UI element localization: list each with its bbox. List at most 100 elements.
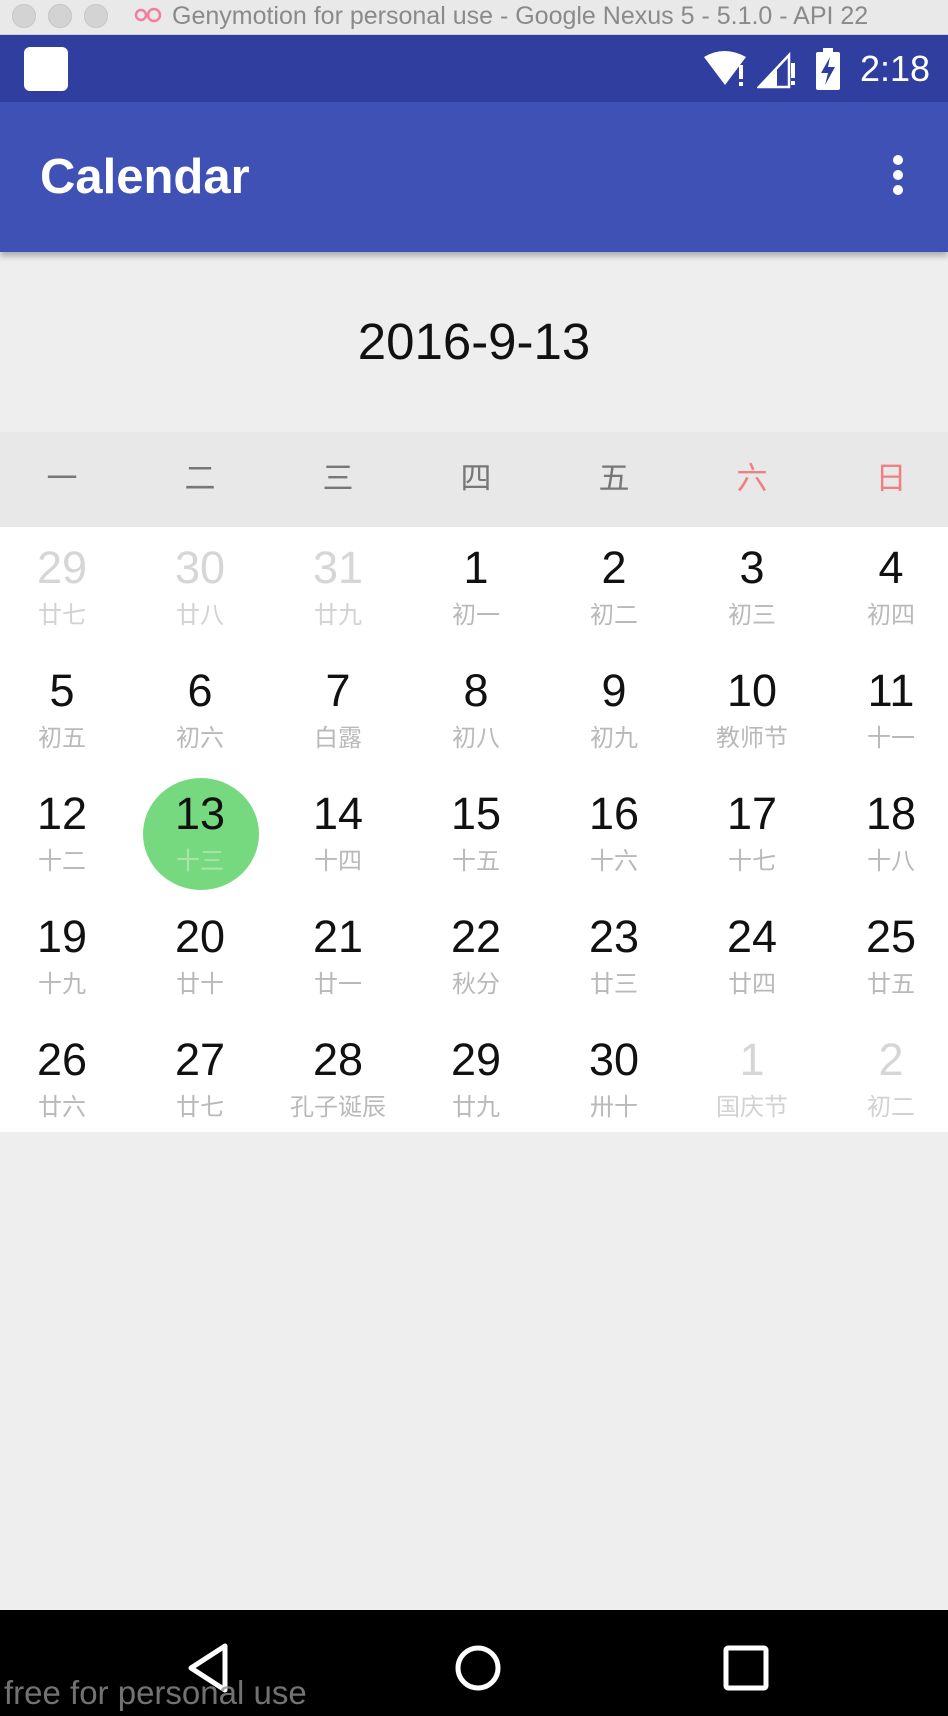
day-cell[interactable]: 16 十六 — [546, 778, 682, 901]
day-number: 25 — [865, 911, 917, 962]
day-cell[interactable]: 15 十五 — [408, 778, 544, 901]
day-lunar-label: 白露 — [314, 724, 362, 752]
status-time: 2:18 — [860, 48, 931, 89]
selected-date-header: 2016-9-13 — [357, 313, 591, 370]
day-lunar-label: 初一 — [452, 601, 500, 629]
day-cell[interactable]: 1 国庆节 — [684, 1024, 820, 1147]
day-lunar-label: 十五 — [452, 847, 500, 875]
day-cell[interactable]: 31 廿九 — [270, 532, 406, 655]
day-number: 2 — [601, 542, 627, 593]
day-cell[interactable]: 10 教师节 — [684, 655, 820, 778]
day-number: 8 — [463, 665, 489, 716]
day-lunar-label: 十九 — [38, 970, 86, 998]
wifi-icon — [704, 51, 746, 86]
day-number: 11 — [867, 665, 915, 716]
day-lunar-label: 十七 — [728, 847, 776, 875]
day-lunar-label: 廿九 — [314, 601, 362, 629]
day-cell[interactable]: 1 初一 — [408, 532, 544, 655]
day-cell[interactable]: 20 廿十 — [132, 901, 268, 1024]
app-notification-icon — [24, 47, 68, 91]
day-cell[interactable]: 5 初五 — [0, 655, 130, 778]
day-number: 19 — [36, 911, 88, 962]
day-cell-selected[interactable]: 13 十三 — [132, 778, 268, 901]
day-cell[interactable]: 29 廿七 — [0, 532, 130, 655]
calendar-content: 2016-9-13 一二三四五六日 29 廿七 30 廿八 31 廿九 1 初一 2 初二 3 初三 4… — [0, 252, 948, 1610]
day-lunar-label: 教师节 — [716, 724, 788, 752]
day-number: 4 — [878, 542, 904, 593]
day-cell[interactable]: 8 初八 — [408, 655, 544, 778]
day-lunar-label: 廿三 — [590, 970, 638, 998]
day-cell[interactable]: 19 十九 — [0, 901, 130, 1024]
day-number: 1 — [739, 1034, 765, 1085]
day-number: 1 — [463, 542, 489, 593]
day-number: 22 — [450, 911, 502, 962]
weekday-label: 六 — [736, 461, 768, 497]
window-zoom-button[interactable] — [84, 4, 108, 28]
day-number: 6 — [187, 665, 213, 716]
day-cell[interactable]: 2 初二 — [823, 1024, 948, 1147]
genymotion-logo-icon — [134, 7, 162, 23]
day-number: 28 — [312, 1034, 364, 1085]
weekday-header: 一二三四五六日 — [0, 432, 948, 527]
day-cell[interactable]: 30 卅十 — [546, 1024, 682, 1147]
day-lunar-label: 廿四 — [728, 970, 776, 998]
day-cell[interactable]: 23 廿三 — [546, 901, 682, 1024]
overflow-menu-button[interactable] — [880, 145, 916, 205]
day-lunar-label: 廿一 — [314, 970, 362, 998]
day-lunar-label: 十二 — [38, 847, 86, 875]
day-cell[interactable]: 3 初三 — [684, 532, 820, 655]
window-close-button[interactable] — [12, 4, 36, 28]
day-cell[interactable]: 7 白露 — [270, 655, 406, 778]
day-cell[interactable]: 11 十一 — [823, 655, 948, 778]
day-cell[interactable]: 26 廿六 — [0, 1024, 130, 1147]
day-lunar-label: 初八 — [452, 724, 500, 752]
day-cell[interactable]: 25 廿五 — [823, 901, 948, 1024]
day-cell[interactable]: 30 廿八 — [132, 532, 268, 655]
day-number: 30 — [174, 542, 226, 593]
day-lunar-label: 初五 — [38, 724, 86, 752]
day-number: 31 — [312, 542, 364, 593]
day-cell[interactable]: 27 廿七 — [132, 1024, 268, 1147]
day-lunar-label: 孔子诞辰 — [290, 1093, 386, 1121]
day-lunar-label: 十一 — [867, 724, 915, 752]
day-number: 7 — [325, 665, 351, 716]
day-cell[interactable]: 6 初六 — [132, 655, 268, 778]
signal-icon — [757, 51, 795, 89]
day-cell[interactable]: 24 廿四 — [684, 901, 820, 1024]
day-lunar-label: 十四 — [314, 847, 362, 875]
day-number: 16 — [588, 788, 640, 839]
day-cell[interactable]: 4 初四 — [823, 532, 948, 655]
day-lunar-label: 初二 — [590, 601, 638, 629]
day-lunar-label: 初四 — [867, 601, 915, 629]
day-lunar-label: 十三 — [176, 847, 224, 875]
day-number: 26 — [36, 1034, 88, 1085]
day-number: 30 — [588, 1034, 640, 1085]
day-cell[interactable]: 14 十四 — [270, 778, 406, 901]
day-cell[interactable]: 2 初二 — [546, 532, 682, 655]
day-cell[interactable]: 28 孔子诞辰 — [270, 1024, 406, 1147]
day-cell[interactable]: 12 十二 — [0, 778, 130, 901]
day-lunar-label: 初三 — [728, 601, 776, 629]
day-lunar-label: 卅十 — [590, 1093, 638, 1121]
day-cell[interactable]: 22 秋分 — [408, 901, 544, 1024]
day-cell[interactable]: 17 十七 — [684, 778, 820, 901]
day-number: 20 — [174, 911, 226, 962]
day-lunar-label: 廿五 — [867, 970, 915, 998]
day-lunar-label: 国庆节 — [716, 1093, 788, 1121]
day-cell[interactable]: 9 初九 — [546, 655, 682, 778]
day-cell[interactable]: 29 廿九 — [408, 1024, 544, 1147]
day-lunar-label: 初二 — [867, 1093, 915, 1121]
app-title: Calendar — [40, 150, 250, 204]
recents-icon[interactable] — [718, 1640, 774, 1696]
day-number: 23 — [588, 911, 640, 962]
status-bar: 2:18 — [0, 35, 948, 102]
day-lunar-label: 廿十 — [176, 970, 224, 998]
calendar-grid: 29 廿七 30 廿八 31 廿九 1 初一 2 初二 3 初三 4 初四 5 初五 6 初六 7 白露 8 初八 9 初九 1… — [0, 527, 948, 1132]
window-minimize-button[interactable] — [48, 4, 72, 28]
home-icon[interactable] — [450, 1640, 506, 1696]
day-number: 14 — [312, 788, 364, 839]
day-number: 12 — [36, 788, 88, 839]
day-lunar-label: 廿八 — [176, 601, 224, 629]
day-cell[interactable]: 18 十八 — [823, 778, 948, 901]
day-cell[interactable]: 21 廿一 — [270, 901, 406, 1024]
